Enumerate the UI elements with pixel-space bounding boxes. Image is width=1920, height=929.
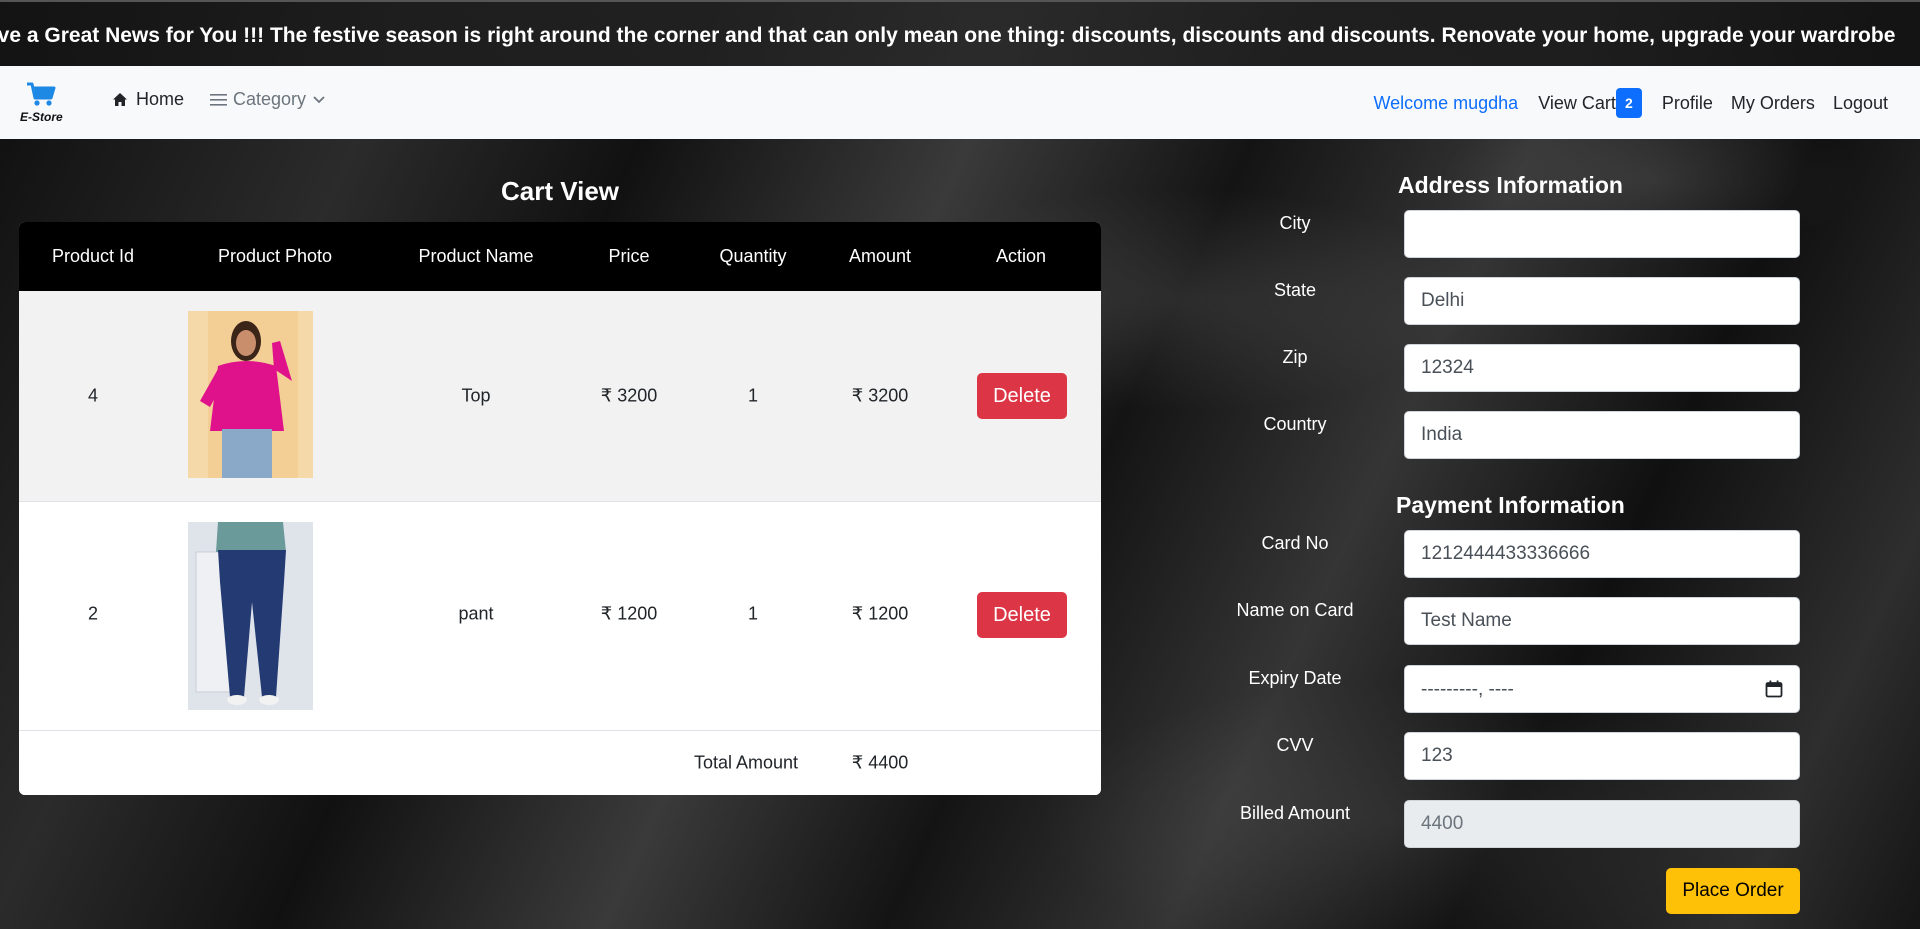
city-label: City: [1279, 213, 1311, 233]
home-icon: [113, 93, 127, 106]
cart-table: Product Id Product Photo Product Name Pr…: [19, 222, 1101, 795]
table-row: 4 Top ₹ 3200 1 ₹ 3200 Delete: [19, 291, 1101, 502]
state-label: State: [1273, 280, 1317, 300]
col-header-quantity: Quantity: [719, 246, 787, 266]
expiry-date-input[interactable]: ---------, ----: [1404, 665, 1800, 713]
brand-logo[interactable]: E-Store: [18, 82, 68, 126]
table-row: 2 pant ₹ 1200 1 ₹ 1200 Delete: [19, 502, 1101, 731]
city-input[interactable]: [1404, 210, 1800, 258]
country-label: Country: [1263, 414, 1327, 434]
cvv-label: CVV: [1276, 735, 1314, 755]
cart-title: Cart View: [501, 176, 620, 206]
view-cart-link[interactable]: View Cart 2: [1538, 88, 1642, 118]
expiry-date-placeholder: ---------, ----: [1421, 679, 1514, 700]
cell-amount: ₹ 1200: [851, 603, 909, 624]
cell-product-id: 4: [87, 385, 99, 406]
product-photo-pant: [188, 522, 313, 710]
name-on-card-label: Name on Card: [1236, 600, 1354, 620]
col-header-action: Action: [995, 246, 1047, 266]
nav-home-link[interactable]: Home: [112, 89, 184, 110]
cvv-input[interactable]: [1404, 732, 1800, 780]
table-header: Product Id Product Photo Product Name Pr…: [19, 222, 1101, 291]
address-section-title: Address Information: [1398, 172, 1623, 198]
total-amount-value: ₹ 4400: [851, 752, 909, 773]
col-header-amount: Amount: [848, 246, 912, 266]
col-header-product-name: Product Name: [418, 246, 534, 266]
chevron-down-icon: [313, 95, 325, 103]
place-order-button[interactable]: Place Order: [1666, 868, 1800, 914]
calendar-icon[interactable]: [1765, 680, 1783, 698]
view-cart-label: View Cart: [1538, 92, 1616, 113]
navbar: E-Store Home Category Welcome mugdha Vie…: [0, 66, 1920, 139]
col-header-product-photo: Product Photo: [217, 246, 333, 266]
nav-category-dropdown[interactable]: Category: [210, 89, 326, 110]
delete-button[interactable]: Delete: [977, 592, 1067, 638]
country-input[interactable]: [1404, 411, 1800, 459]
nav-home-label: Home: [136, 89, 185, 109]
payment-section-title: Payment Information: [1396, 492, 1625, 518]
cell-product-id: 2: [87, 603, 99, 624]
cell-price: ₹ 1200: [600, 603, 658, 624]
welcome-text: Welcome mugdha: [1373, 92, 1519, 113]
col-header-product-id: Product Id: [51, 246, 135, 266]
cart-icon: [27, 82, 56, 106]
delete-button[interactable]: Delete: [977, 373, 1067, 419]
cart-count-badge: 2: [1615, 88, 1642, 118]
brand-text: E-Store: [20, 110, 63, 124]
menu-icon: [210, 94, 227, 106]
card-no-input[interactable]: [1404, 530, 1800, 578]
zip-label: Zip: [1282, 347, 1308, 367]
total-amount-label: Total Amount: [693, 752, 799, 773]
cell-product-name: Top: [461, 385, 491, 406]
state-input[interactable]: [1404, 277, 1800, 325]
cell-price: ₹ 3200: [600, 385, 658, 406]
nav-category-label: Category: [233, 89, 307, 109]
col-header-price: Price: [608, 246, 650, 266]
cell-quantity: 1: [747, 603, 759, 624]
product-photo-top: [188, 311, 313, 478]
my-orders-link[interactable]: My Orders: [1731, 93, 1815, 114]
cell-product-name: pant: [458, 603, 494, 624]
name-on-card-input[interactable]: [1404, 597, 1800, 645]
billed-amount-input: [1404, 800, 1800, 848]
card-no-label: Card No: [1261, 533, 1329, 553]
expiry-date-label: Expiry Date: [1248, 668, 1342, 688]
nav-user-menu: Welcome mugdha View Cart 2 Profile My Or…: [1373, 86, 1888, 120]
announcement-marquee: ave a Great News for You !!! The festive…: [0, 0, 1920, 66]
cell-amount: ₹ 3200: [851, 385, 909, 406]
billed-amount-label: Billed Amount: [1239, 803, 1351, 823]
logout-link[interactable]: Logout: [1833, 93, 1888, 114]
zip-input[interactable]: [1404, 344, 1800, 392]
table-total-row: Total Amount ₹ 4400: [19, 731, 1101, 795]
cell-quantity: 1: [747, 385, 759, 406]
profile-link[interactable]: Profile: [1662, 93, 1713, 114]
marquee-text: ave a Great News for You !!! The festive…: [0, 24, 1896, 47]
